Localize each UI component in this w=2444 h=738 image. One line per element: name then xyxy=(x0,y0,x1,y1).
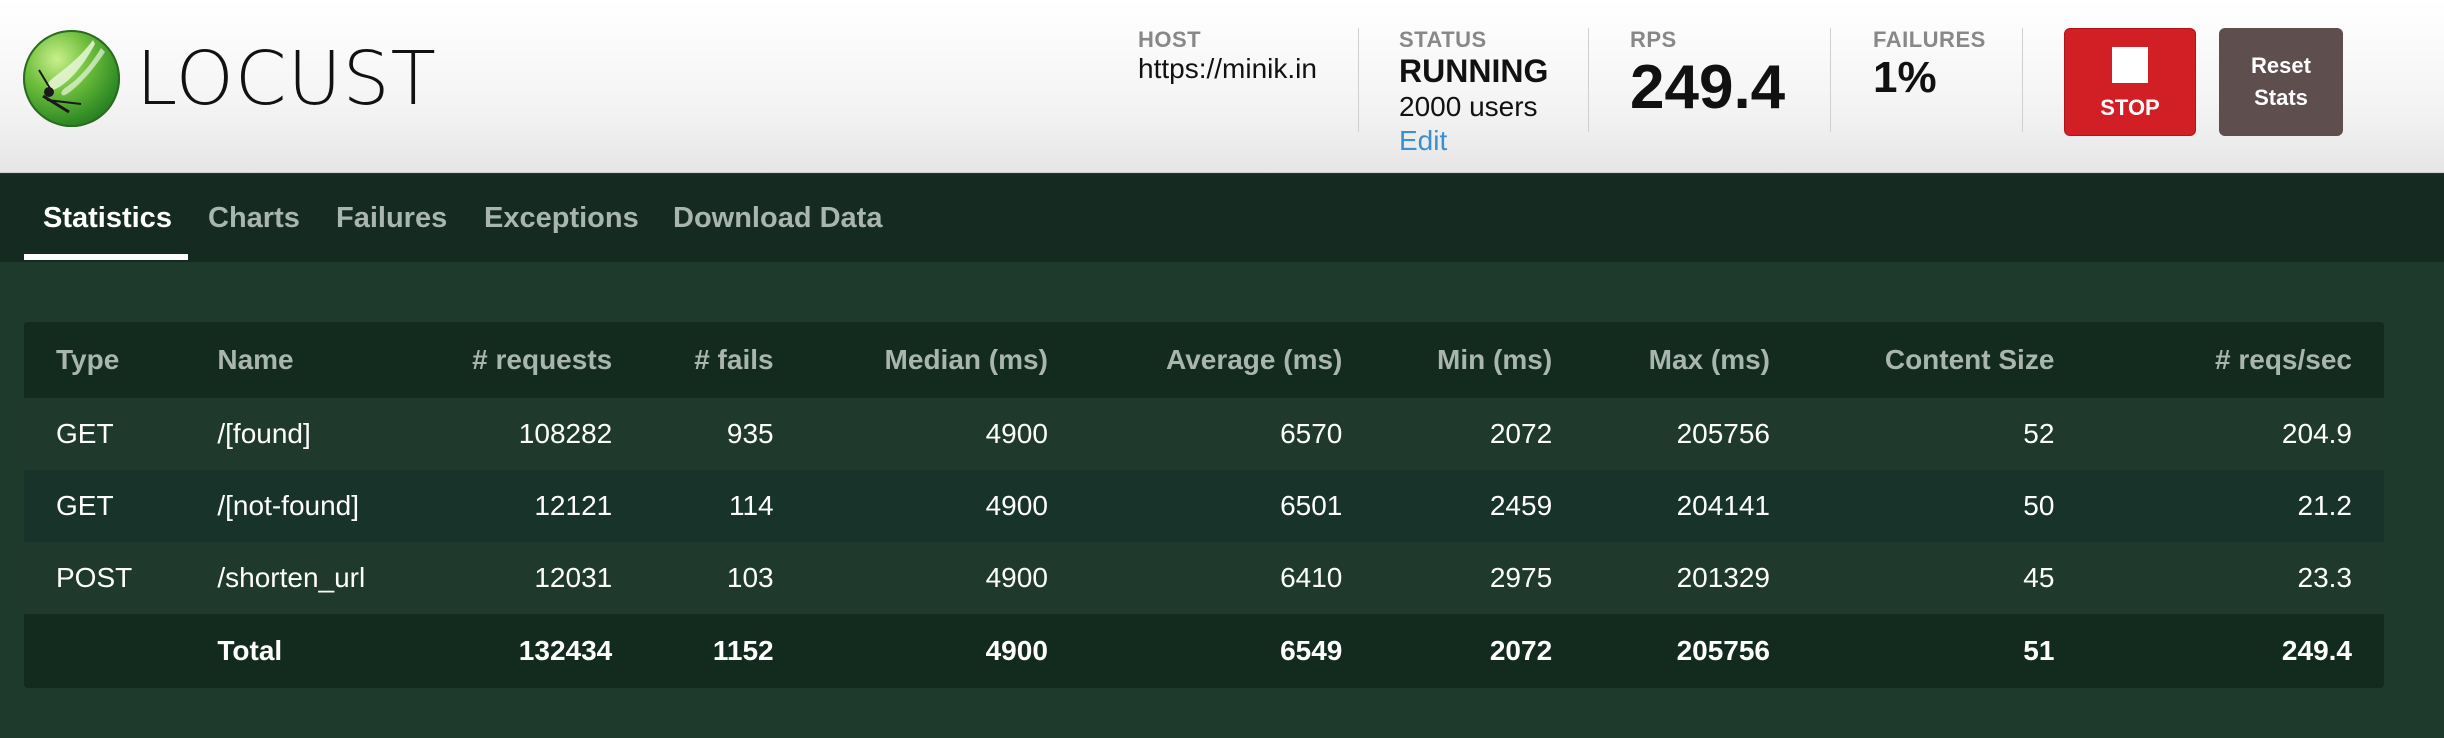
column-header[interactable]: Min (ms) xyxy=(1374,322,1584,398)
table-cell: 204.9 xyxy=(2281,418,2352,449)
rps-stat: RPS 249.4 xyxy=(1630,28,1785,124)
statistics-table-container: Type Name # requests # fails Median (ms)… xyxy=(24,322,2384,688)
tab-statistics[interactable]: Statistics xyxy=(43,174,172,262)
locust-logo-icon xyxy=(23,30,120,127)
divider xyxy=(2022,28,2023,132)
statistics-table: Type Name # requests # fails Median (ms)… xyxy=(24,322,2384,688)
table-cell: 249.4 xyxy=(2281,635,2352,666)
header: LOCUST HOST https://minik.in STATUS RUNN… xyxy=(0,0,2444,173)
divider xyxy=(1830,28,1831,132)
failures-label: FAILURES xyxy=(1873,27,1986,52)
total-label: Total xyxy=(217,635,283,666)
table-cell: 201329 xyxy=(1676,562,1770,593)
table-cell: POST xyxy=(56,562,133,593)
active-tab-indicator xyxy=(24,254,188,260)
table-cell: /[found] xyxy=(217,418,311,449)
user-count: 2000 users xyxy=(1399,91,1538,122)
table-cell: 21.2 xyxy=(2297,490,2353,521)
table-cell: 2072 xyxy=(1489,635,1553,666)
table-cell: 935 xyxy=(726,418,774,449)
table-cell: 23.3 xyxy=(2297,562,2353,593)
status-label: STATUS xyxy=(1399,27,1487,52)
table-cell: 2975 xyxy=(1489,562,1553,593)
table-cell: 6501 xyxy=(1280,490,1343,521)
table-cell: 6570 xyxy=(1280,418,1343,449)
column-header[interactable]: Name xyxy=(185,322,417,398)
tab-download-data[interactable]: Download Data xyxy=(673,174,882,262)
table-cell: 1152 xyxy=(712,635,774,666)
table-cell: 4900 xyxy=(985,562,1048,593)
failures-stat: FAILURES 1% xyxy=(1873,28,1986,104)
table-cell: 12031 xyxy=(534,562,613,593)
table-cell: 4900 xyxy=(985,490,1048,521)
host-value: https://minik.in xyxy=(1138,53,1317,84)
table-row: GET /[found] 108282 935 4900 6570 2072 2… xyxy=(24,398,2384,470)
table-cell: 52 xyxy=(2023,418,2055,449)
reset-label-line2: Stats xyxy=(2254,85,2308,110)
logo: LOCUST xyxy=(23,30,437,127)
host-label: HOST xyxy=(1138,27,1202,52)
column-header[interactable]: Median (ms) xyxy=(806,322,1080,398)
tab-failures[interactable]: Failures xyxy=(336,174,447,262)
table-cell: 205756 xyxy=(1676,418,1770,449)
host-stat: HOST https://minik.in xyxy=(1138,28,1317,86)
stop-label: STOP xyxy=(2100,95,2160,120)
table-cell: /shorten_url xyxy=(217,562,366,593)
table-cell: 45 xyxy=(2023,562,2055,593)
stop-icon xyxy=(2112,47,2148,83)
table-cell: 4900 xyxy=(985,635,1048,666)
failures-value: 1% xyxy=(1873,53,1937,102)
column-header[interactable]: Type xyxy=(24,322,185,398)
reset-stats-button[interactable]: Reset Stats xyxy=(2219,28,2343,136)
table-cell: 51 xyxy=(2023,635,2055,666)
table-cell: GET xyxy=(56,418,114,449)
table-cell: 6410 xyxy=(1280,562,1343,593)
table-cell: 103 xyxy=(726,562,774,593)
stop-button[interactable]: STOP xyxy=(2064,28,2196,136)
table-cell: 204141 xyxy=(1676,490,1770,521)
table-cell: 205756 xyxy=(1676,635,1770,666)
table-cell: 50 xyxy=(2023,490,2055,521)
table-cell: /[not-found] xyxy=(217,490,360,521)
table-cell: 2459 xyxy=(1489,490,1553,521)
divider xyxy=(1588,28,1589,132)
table-cell: 4900 xyxy=(985,418,1048,449)
table-cell: GET xyxy=(56,490,114,521)
status-value: RUNNING xyxy=(1399,53,1549,89)
status-stat: STATUS RUNNING 2000 users Edit xyxy=(1399,28,1548,158)
tab-charts[interactable]: Charts xyxy=(208,174,300,262)
column-header[interactable]: Content Size xyxy=(1802,322,2086,398)
table-header-row: Type Name # requests # fails Median (ms)… xyxy=(24,322,2384,398)
table-cell: 108282 xyxy=(518,418,613,449)
divider xyxy=(1358,28,1359,132)
rps-label: RPS xyxy=(1630,27,1677,52)
table-row: GET /[not-found] 12121 114 4900 6501 245… xyxy=(24,470,2384,542)
reset-label-line1: Reset xyxy=(2251,53,2311,78)
table-cell: 132434 xyxy=(518,635,613,666)
table-total-row: Total 132434 1152 4900 6549 2072 205756 … xyxy=(24,614,2384,688)
table-cell xyxy=(24,614,185,688)
table-row: POST /shorten_url 12031 103 4900 6410 29… xyxy=(24,542,2384,614)
table-cell: 6549 xyxy=(1280,635,1343,666)
table-cell: 114 xyxy=(728,490,774,521)
tab-bar: Statistics Charts Failures Exceptions Do… xyxy=(0,174,2444,262)
column-header[interactable]: # requests xyxy=(417,322,644,398)
tab-exceptions[interactable]: Exceptions xyxy=(484,174,639,262)
column-header[interactable]: # fails xyxy=(644,322,805,398)
column-header[interactable]: Average (ms) xyxy=(1080,322,1374,398)
rps-value: 249.4 xyxy=(1630,53,1786,122)
column-header[interactable]: # reqs/sec xyxy=(2086,322,2384,398)
table-cell: 2072 xyxy=(1489,418,1553,449)
edit-link[interactable]: Edit xyxy=(1399,124,1548,158)
table-cell: 12121 xyxy=(534,490,613,521)
brand-name: LOCUST xyxy=(136,35,437,122)
column-header[interactable]: Max (ms) xyxy=(1584,322,1802,398)
